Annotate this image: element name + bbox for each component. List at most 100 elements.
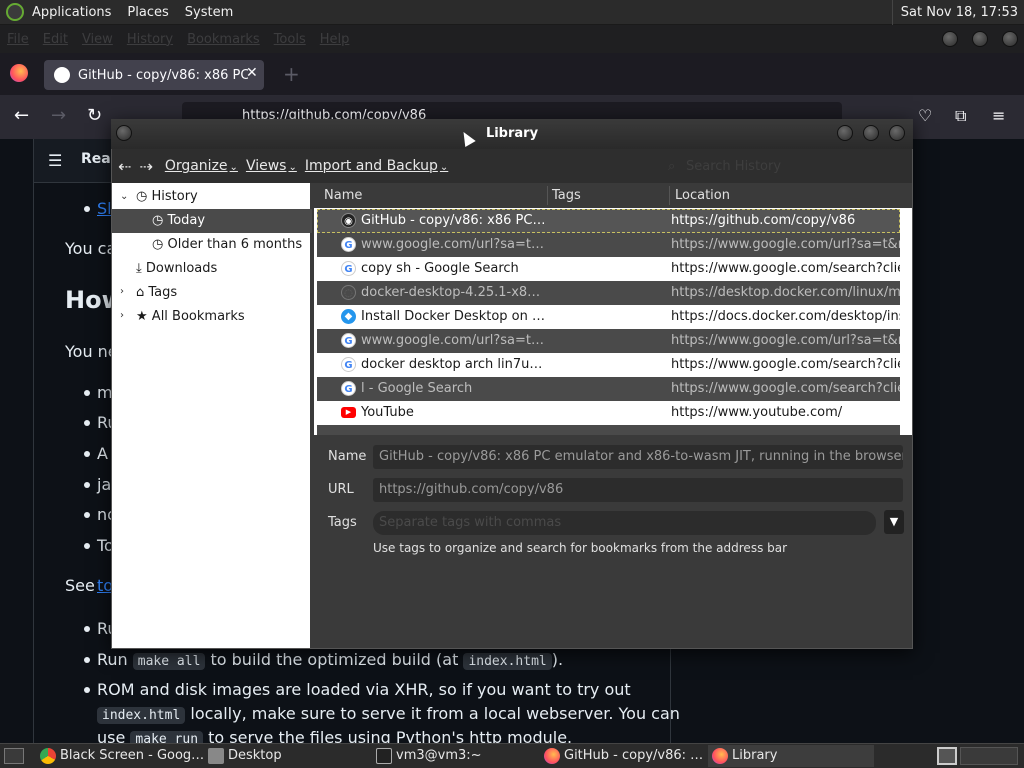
firefox-icon[interactable] <box>10 64 28 82</box>
collapse-twisty-icon[interactable]: › <box>120 310 124 321</box>
text-see: See <box>65 576 95 595</box>
column-name[interactable]: Name <box>324 188 362 203</box>
google-icon: G <box>341 381 356 396</box>
sidebar-item-downloads[interactable]: ⤓ Downloads <box>136 257 217 281</box>
google-icon: G <box>341 237 356 252</box>
menu-tools[interactable]: Tools <box>267 32 313 47</box>
sidebar-item-tags[interactable]: ⌂ Tags <box>136 281 177 305</box>
new-tab-icon[interactable]: + <box>283 62 300 86</box>
outline-icon[interactable]: ☰ <box>48 151 62 170</box>
back-icon[interactable]: ← <box>14 105 29 126</box>
firefox-maximize-button[interactable] <box>972 31 988 47</box>
run-make-all-line: Run make all to build the optimized buil… <box>97 650 564 670</box>
history-search-input[interactable]: ⌕ Search History <box>664 156 904 178</box>
menu-hamburger-icon[interactable]: ≡ <box>992 106 1005 125</box>
expand-twisty-icon[interactable]: ⌄ <box>120 191 128 202</box>
library-menu-button[interactable] <box>116 125 132 141</box>
places-menu[interactable]: Places <box>119 5 176 20</box>
clock-icon: ◷ <box>152 213 168 228</box>
tags-dropdown-button[interactable]: ▼ <box>884 510 904 534</box>
library-close-button[interactable] <box>889 125 905 141</box>
download-icon: ⤓ <box>136 261 146 276</box>
taskbar-item[interactable]: Desktop <box>204 745 370 767</box>
sidebar-item-history[interactable]: ◷ History <box>136 185 198 209</box>
show-desktop-icon[interactable] <box>4 748 24 764</box>
history-row[interactable]: ▶ YouTube https://www.youtube.com/ <box>317 401 900 425</box>
history-row[interactable]: ◆ Install Docker Desktop on Ar… https://… <box>317 305 900 329</box>
history-row[interactable]: ◌ docker-desktop-4.25.1-x86_… https://de… <box>317 281 900 305</box>
column-tags[interactable]: Tags <box>552 188 581 203</box>
applications-menu[interactable]: Applications <box>24 5 119 20</box>
bullet <box>84 512 90 518</box>
taskbar-item[interactable]: GitHub - copy/v86: … <box>540 745 706 767</box>
name-field[interactable]: GitHub - copy/v86: x86 PC emulator and x… <box>373 445 903 469</box>
firefox-close-button[interactable] <box>1002 31 1018 47</box>
sidebar-item-older[interactable]: ◷ Older than 6 months <box>152 233 302 257</box>
views-button[interactable]: Views ⌄ <box>242 158 301 174</box>
tags-field[interactable]: Separate tags with commas <box>373 511 876 535</box>
text-run: Run <box>97 650 128 669</box>
pocket-icon[interactable]: ♡ <box>918 106 932 125</box>
taskbar-item-active[interactable]: Library <box>708 745 874 767</box>
menu-edit[interactable]: Edit <box>36 32 75 47</box>
chevron-down-icon: ▼ <box>889 515 899 528</box>
menu-history[interactable]: History <box>120 32 180 47</box>
url-field[interactable]: https://github.com/copy/v86 <box>373 478 903 502</box>
extensions-icon[interactable]: ⧉ <box>955 106 966 126</box>
docker-icon: ◆ <box>341 309 356 324</box>
github-icon <box>54 67 70 83</box>
bullet <box>84 543 90 549</box>
history-row[interactable]: G l - Google Search https://www.google.c… <box>317 377 900 401</box>
column-divider[interactable] <box>547 186 548 205</box>
firefox-icon <box>544 748 560 764</box>
top-panel: Applications Places System Sat Nov 18, 1… <box>0 0 1024 25</box>
menu-bookmarks[interactable]: Bookmarks <box>180 32 267 47</box>
column-divider[interactable] <box>669 186 670 205</box>
text-close-paren: ). <box>551 650 564 669</box>
system-menu[interactable]: System <box>177 5 241 20</box>
workspace-switcher-icon[interactable] <box>937 747 957 765</box>
history-row[interactable]: G www.google.com/url?sa=t&… https://www.… <box>317 329 900 353</box>
history-row[interactable]: ◉ GitHub - copy/v86: x86 PC e… https://g… <box>317 209 900 233</box>
forward-icon[interactable]: → <box>51 105 66 126</box>
workspace-switcher-icon[interactable] <box>960 747 1018 765</box>
reload-icon[interactable]: ↻ <box>87 105 102 126</box>
star-icon: ★ <box>136 309 152 324</box>
youtube-icon: ▶ <box>341 407 356 418</box>
clock[interactable]: Sat Nov 18, 17:53 <box>891 0 1024 25</box>
bullet <box>84 206 90 212</box>
library-minimize-button[interactable] <box>837 125 853 141</box>
sl-link[interactable]: Sl <box>97 199 112 218</box>
text-you-can: You ca <box>65 239 117 258</box>
taskbar-item[interactable]: vm3@vm3:~ <box>372 745 538 767</box>
history-row[interactable]: G copy sh - Google Search https://www.go… <box>317 257 900 281</box>
menu-file[interactable]: File <box>0 32 36 47</box>
tab-github[interactable]: GitHub - copy/v86: x86 PC e <box>44 60 264 90</box>
import-backup-button[interactable]: Import and Backup ⌄ <box>301 158 452 174</box>
bullet <box>84 482 90 488</box>
history-row[interactable]: G docker desktop arch lin7ux - … https:/… <box>317 353 900 377</box>
library-titlebar[interactable]: Library <box>111 119 913 149</box>
collapse-twisty-icon[interactable]: › <box>120 286 124 297</box>
sidebar-item-today[interactable]: ◷ Today <box>152 209 205 233</box>
library-title: Library <box>485 126 539 141</box>
forward-icon[interactable]: ⇢ <box>135 157 160 176</box>
terminal-icon <box>376 748 392 764</box>
column-location[interactable]: Location <box>675 188 730 203</box>
history-row-partial[interactable] <box>317 425 900 435</box>
chrome-icon <box>40 748 56 764</box>
bullet <box>84 687 90 693</box>
sidebar-item-all-bookmarks[interactable]: ★ All Bookmarks <box>136 305 245 329</box>
google-icon: G <box>341 261 356 276</box>
distro-logo-icon[interactable] <box>6 3 24 21</box>
library-maximize-button[interactable] <box>863 125 879 141</box>
menu-view[interactable]: View <box>75 32 120 47</box>
organize-button[interactable]: Organize ⌄ <box>161 158 242 174</box>
taskbar-item[interactable]: Black Screen - Goog… <box>36 745 204 767</box>
firefox-minimize-button[interactable] <box>942 31 958 47</box>
history-row[interactable]: G www.google.com/url?sa=t&… https://www.… <box>317 233 900 257</box>
text-rom-line: ROM and disk images are loaded via XHR, … <box>97 680 631 699</box>
tab-close-icon[interactable]: ✕ <box>246 65 258 81</box>
back-icon[interactable]: ⇠ <box>112 157 135 176</box>
menu-help[interactable]: Help <box>313 32 357 47</box>
